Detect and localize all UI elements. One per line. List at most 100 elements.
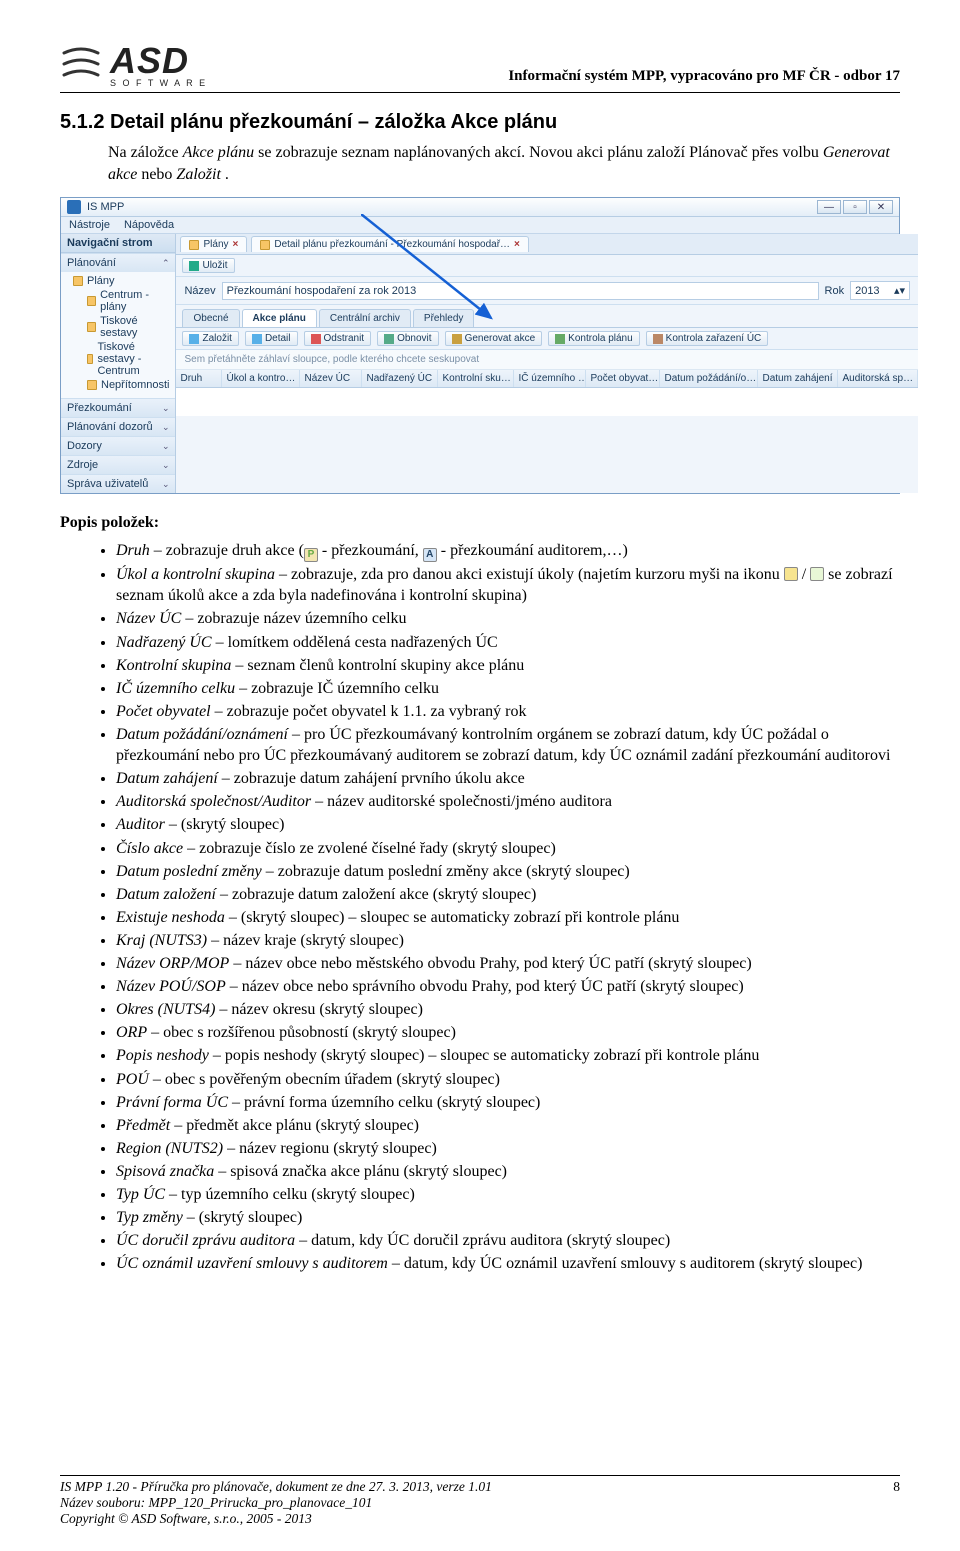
nav-header: Navigační strom [61, 234, 175, 253]
column-header[interactable]: Počet obyvat… [586, 370, 660, 387]
definition-item: POÚ – obec s pověřeným obecním úřadem (s… [116, 1069, 900, 1090]
odstranit-button[interactable]: Odstranit [304, 331, 372, 346]
logo: ASD S O F T W A R E [60, 40, 207, 88]
footer-line-1: IS MPP 1.20 - Příručka pro plánovače, do… [60, 1479, 492, 1495]
definition-term: Právní forma ÚC [116, 1094, 228, 1111]
definition-term: Auditorská společnost/Auditor [116, 793, 311, 810]
definition-text: / [798, 566, 810, 583]
tree-item[interactable]: Plány [65, 274, 171, 288]
detail-button[interactable]: Detail [245, 331, 298, 346]
tab-label: Detail plánu přezkoumání - Přezkoumání h… [274, 239, 510, 250]
column-header[interactable]: Úkol a kontro… [222, 370, 300, 387]
column-header[interactable]: Datum požádání/o… [660, 370, 758, 387]
definition-text: – zobrazuje počet obyvatel k 1.1. za vyb… [211, 703, 527, 720]
nav-panel: Navigační strom Plánování ⌃ Plány Centru… [61, 234, 176, 493]
rok-spinner[interactable]: 2013▴▾ [850, 281, 910, 300]
kontrola-uc-button[interactable]: Kontrola zařazení ÚC [646, 331, 769, 346]
folder-icon [73, 276, 83, 286]
nav-cat-planovani[interactable]: Plánování ⌃ [61, 253, 175, 272]
logo-icon [60, 43, 102, 85]
definition-term: ORP [116, 1024, 147, 1041]
column-header[interactable]: Nadřazený ÚC [362, 370, 438, 387]
definition-term: POÚ [116, 1071, 149, 1088]
definition-term: Auditor [116, 816, 165, 833]
tab-obecne[interactable]: Obecné [182, 309, 239, 327]
field-label: Rok [825, 285, 845, 297]
definition-item: Datum poslední změny – zobrazuje datum p… [116, 861, 900, 882]
definition-text: - přezkoumání auditorem,…) [437, 542, 628, 559]
footer-divider [60, 1475, 900, 1476]
save-button[interactable]: Uložit [182, 258, 234, 273]
nav-cat-sprava[interactable]: Správa uživatelů⌄ [61, 474, 175, 493]
definition-item: Číslo akce – zobrazuje číslo ze zvolené … [116, 838, 900, 859]
obnovit-button[interactable]: Obnovit [377, 331, 438, 346]
tree-label: Tiskové sestavy [100, 315, 169, 339]
kontrola-planu-button[interactable]: Kontrola plánu [548, 331, 640, 346]
tree-item[interactable]: Tiskové sestavy - Centrum [65, 340, 171, 378]
chevron-down-icon: ⌄ [162, 479, 170, 490]
tab-icon [260, 240, 270, 250]
nav-cat-label: Zdroje [67, 459, 98, 471]
definition-text: – zobrazuje druh akce ( [150, 542, 304, 559]
definition-text: – seznam členů kontrolní skupiny akce pl… [231, 657, 524, 674]
zalozit-button[interactable]: Založit [182, 331, 238, 346]
nav-cat-label: Plánování dozorů [67, 421, 153, 433]
column-header[interactable]: Kontrolní sku… [438, 370, 514, 387]
button-label: Generovat akce [465, 333, 536, 344]
window-close-button[interactable]: ✕ [869, 200, 893, 214]
spinner-icon: ▴▾ [894, 284, 905, 297]
definition-term: Číslo akce [116, 840, 183, 857]
nav-cat-zdroje[interactable]: Zdroje⌄ [61, 455, 175, 474]
nav-cat-planovani-dozoru[interactable]: Plánování dozorů⌄ [61, 417, 175, 436]
definition-item: Název POÚ/SOP – název obce nebo správníh… [116, 976, 900, 997]
form-row: Název Přezkoumání hospodaření za rok 201… [176, 277, 918, 305]
button-label: Obnovit [397, 333, 431, 344]
definition-text: – název okresu (skrytý sloupec) [215, 1001, 423, 1018]
tab-centralni-archiv[interactable]: Centrální archiv [319, 309, 411, 327]
delete-icon [311, 334, 321, 344]
definition-text: – zobrazuje číslo ze zvolené číselné řad… [183, 840, 556, 857]
window-maximize-button[interactable]: ▫ [843, 200, 867, 214]
definition-text: – lomítkem oddělená cesta nadřazených ÚC [212, 634, 498, 651]
nav-cat-dozory[interactable]: Dozory⌄ [61, 436, 175, 455]
window-minimize-button[interactable]: — [817, 200, 841, 214]
folder-icon [87, 322, 96, 332]
generovat-akce-button[interactable]: Generovat akce [445, 331, 543, 346]
tree-item[interactable]: Centrum - plány [65, 288, 171, 314]
tree-item[interactable]: Nepřítomnosti [65, 378, 171, 392]
definition-text: – (skrytý sloupec) [165, 816, 285, 833]
menu-nastroje[interactable]: Nástroje [69, 219, 110, 231]
tree-item[interactable]: Tiskové sestavy [65, 314, 171, 340]
definition-text: – zobrazuje datum zahájení prvního úkolu… [218, 770, 525, 787]
tab-detail[interactable]: Detail plánu přezkoumání - Přezkoumání h… [251, 236, 529, 252]
column-header[interactable]: Druh [176, 370, 222, 387]
nav-cat-prezkoumani[interactable]: Přezkoumání⌄ [61, 398, 175, 417]
save-toolbar: Uložit [176, 255, 918, 277]
nazev-input[interactable]: Přezkoumání hospodaření za rok 2013 [222, 282, 819, 300]
main-panel: Plány × Detail plánu přezkoumání - Přezk… [176, 234, 918, 493]
column-header[interactable]: Auditorská sp… [838, 370, 918, 387]
menu-napoveda[interactable]: Nápověda [124, 219, 174, 231]
tree-label: Centrum - plány [100, 289, 169, 313]
close-icon[interactable]: × [233, 239, 239, 250]
footer-line-2: Název souboru: MPP_120_Prirucka_pro_plan… [60, 1495, 900, 1511]
intro-text: . [225, 166, 229, 183]
definition-term: Popis neshody [116, 1047, 209, 1064]
definition-item: Datum zahájení – zobrazuje datum zahájen… [116, 768, 900, 789]
field-label: Název [184, 285, 215, 297]
close-icon[interactable]: × [514, 239, 520, 250]
tab-icon [189, 240, 199, 250]
tab-prehledy[interactable]: Přehledy [413, 309, 474, 327]
column-header[interactable]: IČ územního … [514, 370, 586, 387]
prezkoumani-icon: P [304, 548, 318, 562]
tab-akce-planu[interactable]: Akce plánu [242, 309, 317, 327]
definition-term: Spisová značka [116, 1163, 214, 1180]
definition-text: - přezkoumání, [318, 542, 423, 559]
nav-cat-label: Dozory [67, 440, 102, 452]
intro-text: se zobrazuje seznam naplánovaných akcí. … [258, 144, 823, 161]
definition-text: – datum, kdy ÚC oznámil uzavření smlouvy… [388, 1255, 863, 1272]
column-header[interactable]: Datum zahájení [758, 370, 838, 387]
tab-plany[interactable]: Plány × [180, 236, 247, 252]
column-header[interactable]: Název ÚC [300, 370, 362, 387]
intro-term: Založit [176, 166, 220, 183]
